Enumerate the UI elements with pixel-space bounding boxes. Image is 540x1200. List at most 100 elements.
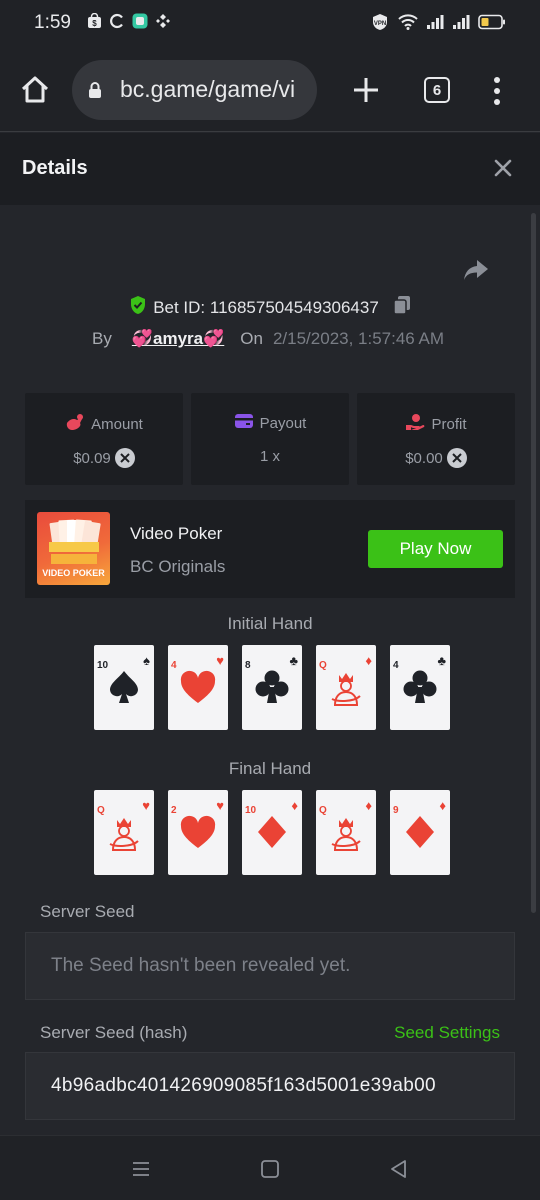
- currency-coin-icon: [446, 448, 467, 468]
- card-rank: 4: [393, 660, 399, 671]
- initial-card-5: 4 ♣: [390, 645, 450, 730]
- status-time: 1:59: [34, 12, 71, 33]
- vpn-icon: VPN: [370, 13, 390, 36]
- card-rank: 9: [393, 805, 399, 816]
- tab-count-button[interactable]: 6: [424, 77, 450, 103]
- diamond-icon: ♦: [365, 798, 372, 813]
- initial-card-3: 8 ♣: [242, 645, 302, 730]
- shop-icon: $: [86, 13, 102, 29]
- details-header: Details: [0, 133, 540, 205]
- final-hand-row: Q ♥ 2 ♥ 10 ♦ Q ♦ 9 ♦: [94, 790, 450, 875]
- svg-text:$: $: [92, 19, 97, 28]
- wallet-icon: [234, 413, 254, 433]
- final-card-3: 10 ♦: [242, 790, 302, 875]
- amount-stat: Amount $0.09: [25, 393, 183, 485]
- status-bar: 1:59 $ VPN: [0, 0, 540, 46]
- amount-icon: [65, 413, 85, 435]
- back-nav-icon[interactable]: [388, 1158, 410, 1180]
- video-poker-thumbnail[interactable]: VIDEO POKER: [37, 512, 110, 585]
- diamond-icon: ♦: [365, 653, 372, 668]
- details-content: Bet ID: 116857504549306437 By 💞amyra💞 On…: [0, 205, 540, 1135]
- app-square-icon: [132, 13, 148, 29]
- home-icon[interactable]: [18, 73, 52, 107]
- diamond-icon: ♦: [291, 798, 298, 813]
- verified-shield-icon: [129, 295, 147, 320]
- payout-stat: Payout 1 x: [191, 393, 349, 485]
- server-seed-hash-value: 4b96adbc401426909085f163d5001e39ab00: [51, 1075, 436, 1096]
- seed-settings-link[interactable]: Seed Settings: [394, 1023, 500, 1043]
- club-icon: [400, 667, 440, 707]
- bet-author-row: By 💞amyra💞 On 2/15/2023, 1:57:46 AM: [92, 329, 444, 349]
- diamond-icon: [252, 812, 292, 852]
- signal-icon-1: [426, 14, 444, 35]
- bet-id-row: Bet ID: 116857504549306437: [0, 295, 540, 320]
- spade-icon: [104, 667, 144, 707]
- server-seed-label: Server Seed: [40, 902, 135, 921]
- heart-icon: ♥: [216, 653, 224, 668]
- url-field[interactable]: bc.game/game/vi: [72, 60, 317, 120]
- profit-hand-coin-icon: [405, 413, 425, 435]
- card-rank: 2: [171, 805, 177, 816]
- profit-stat: Profit $0.00: [357, 393, 515, 485]
- page-title: Details: [22, 157, 88, 179]
- final-card-5: 9 ♦: [390, 790, 450, 875]
- profit-label: Profit: [431, 415, 467, 433]
- bet-date: 2/15/2023, 1:57:46 AM: [272, 329, 445, 348]
- heart-icon: [178, 812, 218, 852]
- lock-icon: [88, 81, 102, 104]
- binance-icon: [155, 13, 171, 29]
- game-card: VIDEO POKER Video Poker BC Originals Pla…: [25, 500, 515, 598]
- final-card-1: Q ♥: [94, 790, 154, 875]
- game-name: Video Poker: [130, 524, 223, 543]
- wifi-icon: [398, 14, 418, 35]
- svg-text:VPN: VPN: [374, 21, 386, 27]
- payout-label: Payout: [259, 414, 307, 432]
- profit-value: $0.00: [405, 449, 443, 467]
- card-rank: 8: [245, 660, 251, 671]
- recent-apps-icon[interactable]: [130, 1158, 152, 1180]
- club-icon: [252, 667, 292, 707]
- battery-icon: [478, 14, 506, 35]
- card-rank: 4: [171, 660, 177, 671]
- on-label: On: [240, 329, 263, 348]
- play-now-button[interactable]: Play Now: [368, 530, 503, 568]
- queen-figure-icon: [326, 812, 366, 852]
- url-text: bc.game/game/vi: [120, 76, 296, 102]
- by-label: By: [92, 329, 112, 348]
- queen-figure-icon: [104, 812, 144, 852]
- initial-hand-label: Initial Hand: [227, 614, 313, 633]
- heart-icon: ♥: [142, 798, 150, 813]
- browser-toolbar: bc.game/game/vi 6: [0, 46, 540, 132]
- club-icon: ♣: [437, 653, 446, 668]
- bet-id: Bet ID: 116857504549306437: [153, 297, 379, 317]
- signal-icon-2: [452, 14, 470, 35]
- server-seed-field: The Seed hasn't been revealed yet.: [25, 932, 515, 1000]
- diamond-icon: ♦: [439, 798, 446, 813]
- server-seed-hash-label: Server Seed (hash): [40, 1023, 188, 1042]
- system-nav-bar: [0, 1135, 540, 1200]
- club-icon: ♣: [289, 653, 298, 668]
- copy-icon[interactable]: [393, 295, 411, 320]
- final-card-4: Q ♦: [316, 790, 376, 875]
- amount-value: $0.09: [73, 449, 111, 467]
- c-app-icon: [109, 13, 125, 29]
- spade-icon: ♠: [143, 653, 150, 668]
- thumb-title: VIDEO POKER: [42, 568, 105, 578]
- server-seed-placeholder: The Seed hasn't been revealed yet.: [51, 955, 351, 976]
- amount-label: Amount: [91, 415, 143, 433]
- initial-card-4: Q ♦: [316, 645, 376, 730]
- diamond-icon: [400, 812, 440, 852]
- initial-card-2: 4 ♥: [168, 645, 228, 730]
- new-tab-plus-icon[interactable]: [350, 74, 382, 106]
- home-nav-icon[interactable]: [259, 1158, 281, 1180]
- server-seed-hash-field[interactable]: 4b96adbc401426909085f163d5001e39ab00: [25, 1052, 515, 1120]
- final-card-2: 2 ♥: [168, 790, 228, 875]
- close-icon[interactable]: [492, 157, 514, 179]
- username-link[interactable]: 💞amyra💞: [132, 329, 224, 349]
- share-icon[interactable]: [462, 257, 490, 283]
- final-hand-label: Final Hand: [228, 759, 312, 778]
- overflow-menu-icon[interactable]: [490, 76, 504, 106]
- game-provider: BC Originals: [130, 557, 226, 576]
- currency-coin-icon: [114, 448, 135, 468]
- initial-card-1: 10 ♠: [94, 645, 154, 730]
